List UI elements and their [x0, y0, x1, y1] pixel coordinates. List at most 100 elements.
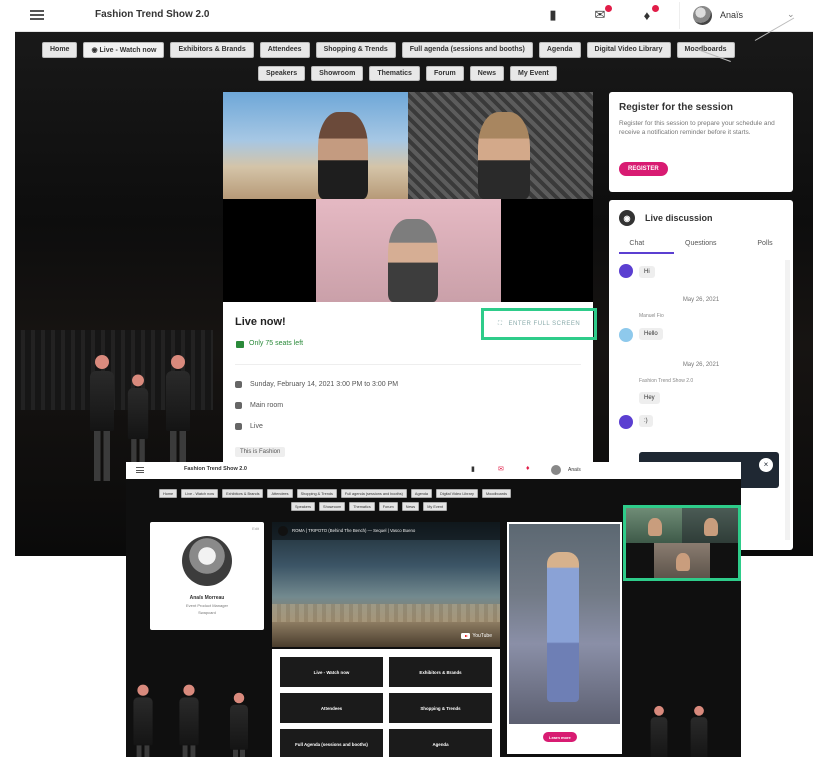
nav-item-agenda[interactable]: Agenda [538, 42, 581, 58]
nav-item-home[interactable]: Home [42, 42, 78, 58]
fullscreen-icon: ⛶ [497, 320, 503, 327]
profile-card: Edit Anaïs Morreau Event Product Manager… [150, 522, 264, 630]
nav-item-agenda[interactable]: Agenda [410, 489, 433, 498]
session-location-row: Main room [235, 402, 283, 409]
quick-links-grid: Live - Watch now Exhibitors & Brands Att… [272, 649, 500, 757]
nav-item-shopping[interactable]: Shopping & Trends [296, 489, 337, 498]
nav-item-video-library[interactable]: Digital Video Library [436, 489, 478, 498]
nav-item-home[interactable]: Home [159, 489, 178, 498]
register-button[interactable]: REGISTER [619, 162, 668, 176]
menu-icon[interactable] [30, 10, 44, 20]
menu-icon[interactable] [136, 467, 144, 473]
enter-fullscreen-button[interactable]: ⛶ ENTER FULL SCREEN [481, 308, 597, 340]
runway-model [690, 705, 708, 757]
youtube-video[interactable]: ROMA | TRIPOTO (Behind The Bench) — Sequ… [272, 522, 500, 647]
speaker-figure [704, 518, 718, 536]
youtube-logo[interactable]: YouTube [461, 633, 492, 639]
nav-item-my-event[interactable]: My Event [423, 502, 448, 511]
video-title: ROMA | TRIPOTO (Behind The Bench) — Sequ… [292, 528, 416, 533]
user-name: Anaïs [720, 10, 744, 20]
notebook-icon[interactable]: ▮ [545, 7, 561, 23]
picture-in-picture-video[interactable] [623, 505, 741, 581]
nav-item-forum[interactable]: Forum [378, 502, 398, 511]
learn-more-button[interactable]: Learn more [543, 732, 577, 742]
avatar [619, 415, 633, 429]
fashion-promo-card: Learn more [507, 522, 622, 754]
speaker-figure [318, 112, 368, 199]
nav-item-thematics[interactable]: Thematics [369, 66, 420, 81]
avatar [182, 536, 232, 586]
tile-agenda[interactable]: Agenda [389, 729, 492, 757]
nav-item-moodboards[interactable]: Moodboards [481, 489, 512, 498]
speaker-figure [388, 219, 438, 302]
nav-item-video-library[interactable]: Digital Video Library [586, 42, 671, 58]
notebook-icon[interactable]: ▮ [471, 465, 475, 473]
avatar [619, 328, 633, 342]
profile-name: Anaïs Morreau [189, 595, 225, 601]
nav-item-speakers[interactable]: Speakers [258, 66, 306, 81]
session-date-row: Sunday, February 14, 2021 3:00 PM to 3:0… [235, 381, 398, 388]
video-tile [626, 508, 682, 543]
tile-attendees[interactable]: Attendees [280, 693, 383, 723]
chat-date: May 26, 2021 [682, 362, 720, 368]
nav-item-thematics[interactable]: Thematics [349, 502, 375, 511]
tile-full-agenda[interactable]: Full Agenda (sessions and booths) [280, 729, 383, 757]
runway-model [89, 355, 115, 481]
chat-bubbles-icon[interactable]: ✉ [498, 465, 504, 473]
tile-live[interactable]: Live - Watch now [280, 657, 383, 687]
video-conference[interactable] [223, 92, 593, 302]
session-tag[interactable]: This is Fashion [235, 447, 286, 457]
divider [235, 364, 581, 365]
video-tile [316, 199, 501, 302]
avatar[interactable] [693, 6, 712, 25]
nav-item-attendees[interactable]: Attendees [267, 489, 293, 498]
nav-item-exhibitors[interactable]: Exhibitors & Brands [170, 42, 254, 58]
avatar [619, 264, 633, 278]
nav-item-shopping[interactable]: Shopping & Trends [315, 42, 396, 58]
nav-item-full-agenda[interactable]: Full agenda (sessions and booths) [340, 489, 407, 498]
nav-row-1: Home Live - Watch now Exhibitors & Brand… [159, 489, 512, 498]
speaker-figure [648, 518, 662, 536]
channel-avatar [278, 526, 288, 536]
nav-row-2: Speakers Showroom Thematics Forum News M… [291, 502, 448, 511]
nav-item-news[interactable]: News [469, 66, 505, 81]
video-tile [654, 543, 710, 578]
bell-icon[interactable]: ♦ [639, 5, 659, 23]
chat-author: Fashion Trend Show 2.0 [639, 378, 694, 384]
nav-item-news[interactable]: News [401, 502, 420, 511]
discussion-icon: ◉ [619, 210, 635, 226]
nav-item-showroom[interactable]: Showroom [311, 66, 364, 81]
seat-icon [236, 341, 244, 348]
tab-polls[interactable]: Polls [757, 240, 772, 247]
nav-item-moodboards[interactable]: Moodboards [676, 42, 735, 58]
tile-exhibitors[interactable]: Exhibitors & Brands [389, 657, 492, 687]
nav-item-forum[interactable]: Forum [425, 66, 464, 81]
chat-author: Manuel Fio [639, 313, 664, 319]
nav-item-speakers[interactable]: Speakers [291, 502, 316, 511]
nav-item-attendees[interactable]: Attendees [259, 42, 310, 58]
notification-badge [652, 5, 659, 12]
chat-header: ◉ Live discussion [619, 210, 713, 226]
close-icon[interactable]: × [759, 458, 773, 472]
avatar[interactable] [551, 465, 561, 475]
session-format-row: Live [235, 423, 263, 430]
register-title: Register for the session [619, 102, 733, 113]
tab-questions[interactable]: Questions [685, 240, 717, 247]
edit-link[interactable]: Edit [252, 526, 259, 531]
tab-chat[interactable]: Chat [629, 240, 644, 247]
runway-model [229, 692, 249, 757]
app-title: Fashion Trend Show 2.0 [184, 466, 247, 472]
tile-shopping[interactable]: Shopping & Trends [389, 693, 492, 723]
nav-item-showroom[interactable]: Showroom [319, 502, 346, 511]
fullscreen-label: ENTER FULL SCREEN [508, 321, 581, 327]
bell-icon[interactable]: ♦ [526, 465, 530, 472]
chat-title: Live discussion [645, 213, 713, 223]
nav-item-label: Live - Watch now [99, 47, 157, 54]
chat-bubbles-icon[interactable]: ✉ [592, 5, 612, 23]
nav-item-full-agenda[interactable]: Full agenda (sessions and booths) [401, 42, 533, 58]
nav-item-exhibitors[interactable]: Exhibitors & Brands [222, 489, 264, 498]
nav-item-my-event[interactable]: My Event [510, 66, 557, 81]
model-figure [547, 552, 579, 702]
nav-item-live[interactable]: Live - Watch now [181, 489, 219, 498]
nav-item-live[interactable]: ◉ Live - Watch now [83, 42, 165, 58]
